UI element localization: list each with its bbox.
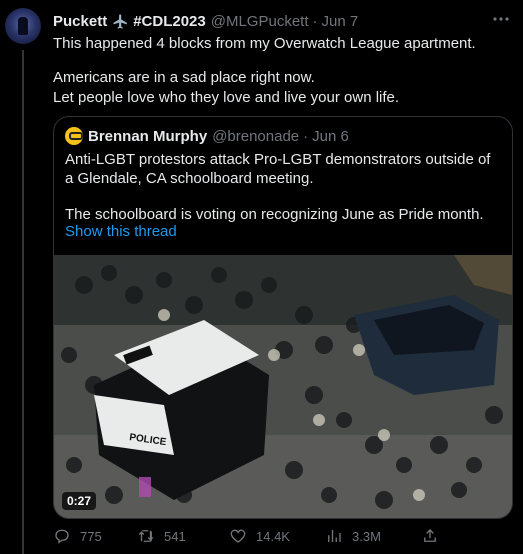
share-icon xyxy=(424,529,436,542)
tweet-text-line: This happened 4 blocks from my Overwatch… xyxy=(53,35,476,52)
quote-header: Brennan Murphy @brenonade · Jun 6 xyxy=(65,127,349,145)
like-icon xyxy=(230,529,246,543)
video-frame: POLICE xyxy=(54,255,512,518)
quote-date[interactable]: Jun 6 xyxy=(312,128,349,145)
reply-icon xyxy=(55,529,69,544)
quote-author-handle[interactable]: @brenonade xyxy=(212,128,299,145)
views-count: 3.3M xyxy=(352,528,381,544)
quote-text: Anti-LGBT protestors attack Pro-LGBT dem… xyxy=(65,150,501,224)
more-icon[interactable] xyxy=(491,9,511,29)
quote-author-name[interactable]: Brennan Murphy xyxy=(88,128,207,145)
tweet-text-line: Americans are in a sad place right now. xyxy=(53,69,315,86)
reply-count: 775 xyxy=(80,528,102,544)
video-player[interactable]: POLICE 0:27 xyxy=(54,255,512,518)
reply-button[interactable]: 775 xyxy=(53,526,102,546)
quoted-tweet[interactable]: Brennan Murphy @brenonade · Jun 6 Anti-L… xyxy=(53,116,513,519)
author-handle[interactable]: @MLGPuckett xyxy=(211,13,309,30)
tweet-header: Puckett #CDL2023 @MLGPuckett · Jun 7 xyxy=(53,11,358,31)
views-icon xyxy=(328,530,341,542)
tweet-text-line: Let people love who they love and live y… xyxy=(53,89,400,106)
tweet-date[interactable]: Jun 7 xyxy=(322,13,359,30)
retweet-count: 541 xyxy=(164,528,186,544)
separator-dot: · xyxy=(303,127,309,145)
show-thread-link[interactable]: Show this thread xyxy=(65,223,177,240)
video-duration: 0:27 xyxy=(62,492,97,510)
tweet-actions: 775 541 14.4K 3.3M xyxy=(53,526,523,546)
separator-dot: · xyxy=(312,12,318,30)
airplane-icon xyxy=(112,13,129,30)
views-button[interactable]: 3.3M xyxy=(325,526,381,546)
author-name[interactable]: Puckett xyxy=(53,13,107,30)
retweet-button[interactable]: 541 xyxy=(137,526,186,546)
quote-text-line: Anti-LGBT protestors attack Pro-LGBT dem… xyxy=(65,151,491,187)
like-button[interactable]: 14.4K xyxy=(229,526,290,546)
like-count: 14.4K xyxy=(256,528,290,544)
author-name-suffix[interactable]: #CDL2023 xyxy=(133,13,206,30)
tweet-text: This happened 4 blocks from my Overwatch… xyxy=(53,34,508,108)
author-avatar[interactable] xyxy=(5,8,41,44)
quote-text-line: The schoolboard is voting on recognizing… xyxy=(65,206,484,223)
retweet-icon xyxy=(138,530,154,542)
tweet[interactable]: Puckett #CDL2023 @MLGPuckett · Jun 7 Thi… xyxy=(0,0,523,554)
share-button[interactable] xyxy=(421,526,448,546)
thread-line xyxy=(22,50,24,554)
quote-author-avatar[interactable] xyxy=(65,127,83,145)
